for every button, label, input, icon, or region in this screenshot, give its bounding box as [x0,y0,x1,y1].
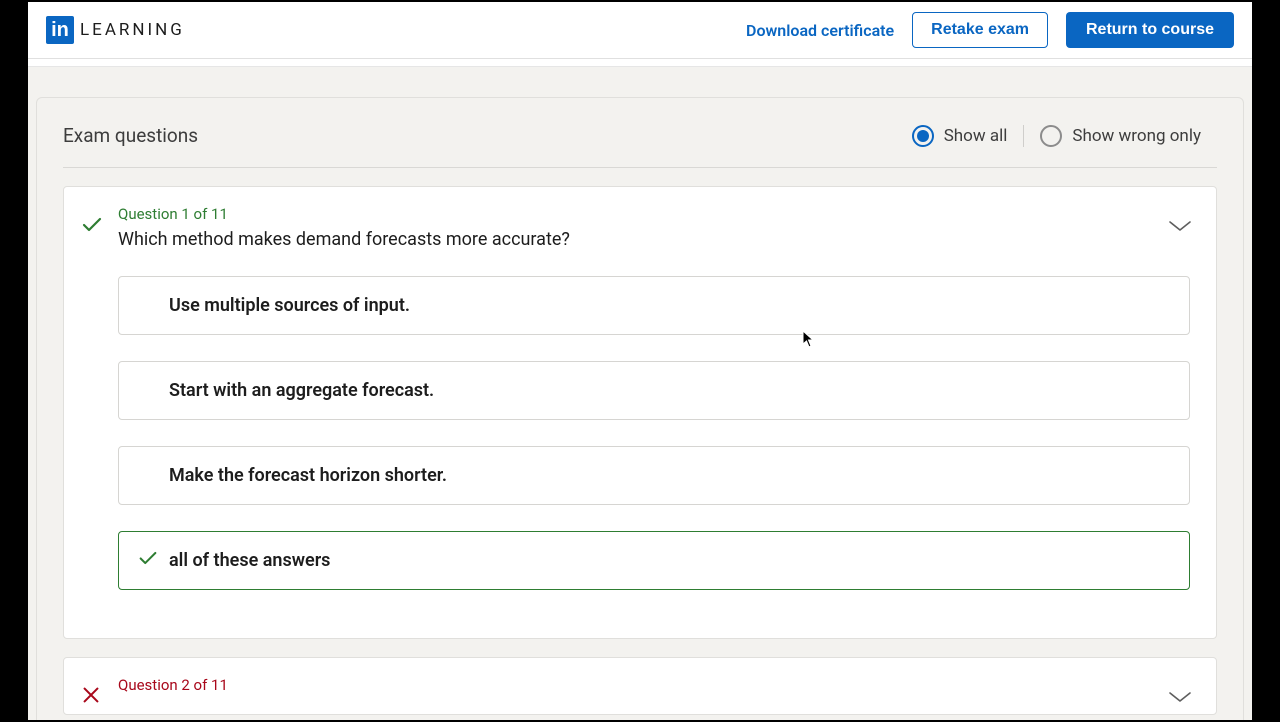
answer-list: Use multiple sources of input. Start wit… [118,276,1190,590]
filter-show-wrong[interactable]: Show wrong only [1023,125,1217,147]
return-to-course-button[interactable]: Return to course [1066,12,1234,48]
question-card: Question 1 of 11 Which method makes dema… [63,186,1217,639]
answer-text: all of these answers [169,550,330,571]
question-text: Which method makes demand forecasts more… [118,229,1190,250]
logo[interactable]: in LEARNING [46,16,185,44]
filter-show-all-label: Show all [944,126,1008,146]
question-number: Question 2 of 11 [118,676,1190,694]
answer-option[interactable]: Use multiple sources of input. [118,276,1190,335]
question-number: Question 1 of 11 [118,205,1190,223]
content-area: Exam questions Show all Show wrong only [28,59,1252,720]
question-card: Question 2 of 11 [63,657,1217,715]
panel-title: Exam questions [63,124,198,147]
answer-option[interactable]: Start with an aggregate forecast. [118,361,1190,420]
question-header[interactable]: Question 2 of 11 [80,676,1190,708]
panel-header: Exam questions Show all Show wrong only [63,124,1217,168]
logo-text: LEARNING [80,20,185,40]
check-icon [137,547,159,574]
filter-show-wrong-label: Show wrong only [1072,126,1201,146]
filter-show-all[interactable]: Show all [896,125,1024,147]
radio-selected-icon [912,125,934,147]
exam-panel: Exam questions Show all Show wrong only [36,97,1244,720]
radio-unselected-icon [1040,125,1062,147]
answer-option[interactable]: Make the forecast horizon shorter. [118,446,1190,505]
linkedin-logo-icon: in [46,16,74,44]
question-header[interactable]: Question 1 of 11 Which method makes dema… [80,205,1190,250]
retake-exam-button[interactable]: Retake exam [912,12,1048,48]
header-actions: Download certificate Retake exam Return … [746,12,1234,48]
chevron-down-icon[interactable] [1168,217,1192,236]
answer-option-correct[interactable]: all of these answers [118,531,1190,590]
cross-icon [80,684,104,708]
check-icon [80,213,104,237]
app-header: in LEARNING Download certificate Retake … [28,2,1252,59]
chevron-down-icon[interactable] [1168,688,1192,707]
download-certificate-link[interactable]: Download certificate [746,21,894,40]
filter-radio-group: Show all Show wrong only [896,125,1217,147]
